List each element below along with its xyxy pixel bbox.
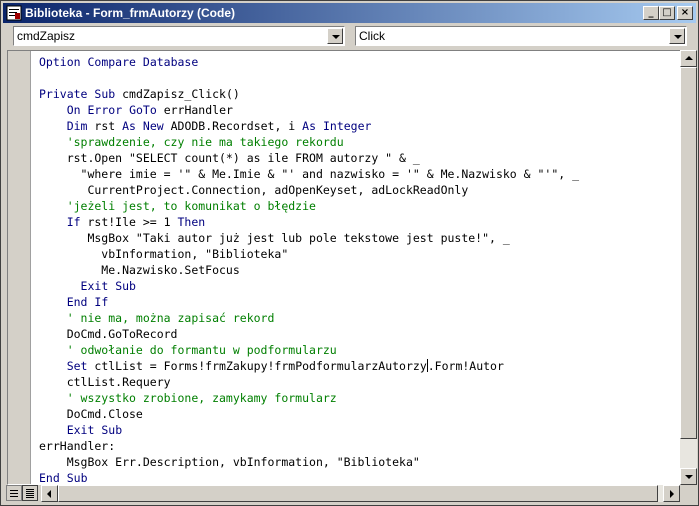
code-line[interactable]: vbInformation, "Biblioteka" bbox=[39, 246, 579, 262]
close-icon: × bbox=[680, 7, 690, 18]
code-line[interactable]: Option Compare Database bbox=[39, 54, 579, 70]
maximize-button[interactable]: □ bbox=[659, 6, 675, 20]
code-window: Biblioteka - Form_frmAutorzy (Code) _ □ … bbox=[0, 0, 699, 506]
code-line[interactable]: Set ctlList = Forms!frmZakupy!frmPodform… bbox=[39, 358, 579, 374]
horizontal-scrollbar[interactable] bbox=[41, 485, 680, 502]
procedure-combo-value: Click bbox=[359, 29, 385, 43]
arrow-down-icon bbox=[685, 475, 693, 479]
code-line[interactable]: MsgBox Err.Description, vbInformation, "… bbox=[39, 454, 579, 470]
code-line[interactable] bbox=[39, 70, 579, 86]
bottom-bar bbox=[3, 485, 680, 502]
code-line[interactable]: MsgBox "Taki autor już jest lub pole tek… bbox=[39, 230, 579, 246]
code-line[interactable]: 'sprawdzenie, czy nie ma takiego rekordu bbox=[39, 134, 579, 150]
full-module-view-button[interactable] bbox=[22, 485, 38, 501]
chevron-down-icon bbox=[674, 35, 682, 39]
code-editor[interactable]: Option Compare Database Private Sub cmdZa… bbox=[7, 50, 681, 485]
scroll-up-button[interactable] bbox=[680, 50, 697, 67]
code-line[interactable]: "where imie = '" & Me.Imie & "' and nazw… bbox=[39, 166, 580, 182]
code-line[interactable]: Dim rst As New ADODB.Recordset, i As Int… bbox=[39, 118, 579, 134]
arrow-up-icon bbox=[685, 56, 693, 60]
text-cursor bbox=[426, 359, 428, 372]
code-line[interactable]: Me.Nazwisko.SetFocus bbox=[39, 262, 579, 278]
code-line[interactable]: DoCmd.Close bbox=[39, 406, 579, 422]
code-line[interactable]: Exit Sub bbox=[39, 422, 579, 438]
code-line[interactable]: Exit Sub bbox=[39, 278, 579, 294]
chevron-down-icon bbox=[332, 35, 340, 39]
minimize-button[interactable]: _ bbox=[643, 6, 659, 20]
code-line[interactable]: 'jeżeli jest, to komunikat o błędzie bbox=[39, 198, 579, 214]
code-line[interactable]: CurrentProject.Connection, adOpenKeyset,… bbox=[39, 182, 579, 198]
horizontal-scroll-thumb[interactable] bbox=[58, 485, 658, 502]
vertical-scroll-thumb[interactable] bbox=[680, 67, 697, 439]
object-combo-value: cmdZapisz bbox=[17, 29, 76, 43]
access-code-icon bbox=[6, 5, 22, 21]
margin-indicator-bar[interactable] bbox=[8, 51, 31, 484]
close-button[interactable]: × bbox=[677, 6, 693, 20]
procedure-view-button[interactable] bbox=[6, 485, 22, 501]
object-combo-dropdown-button[interactable] bbox=[327, 28, 343, 44]
code-line[interactable]: rst.Open "SELECT count(*) as ile FROM au… bbox=[39, 150, 579, 166]
code-line[interactable]: ' odwołanie do formantu w podformularzu bbox=[39, 342, 579, 358]
scroll-down-button[interactable] bbox=[680, 468, 697, 485]
code-line[interactable]: errHandler: bbox=[39, 438, 579, 454]
code-line[interactable]: Private Sub cmdZapisz_Click() bbox=[39, 86, 579, 102]
code-line[interactable]: End If bbox=[39, 294, 579, 310]
procedure-combo[interactable]: Click bbox=[355, 26, 687, 46]
object-combo[interactable]: cmdZapisz bbox=[13, 26, 345, 46]
code-line[interactable]: ' wszystko zrobione, zamykamy formularz bbox=[39, 390, 579, 406]
code-line[interactable]: ' nie ma, można zapisać rekord bbox=[39, 310, 579, 326]
title-bar[interactable]: Biblioteka - Form_frmAutorzy (Code) _ □ … bbox=[3, 3, 696, 23]
code-line[interactable]: DoCmd.GoToRecord bbox=[39, 326, 579, 342]
window-title: Biblioteka - Form_frmAutorzy (Code) bbox=[25, 6, 236, 20]
scroll-right-button[interactable] bbox=[663, 485, 680, 502]
scrollbar-corner bbox=[680, 485, 697, 502]
code-line[interactable]: If rst!Ile >= 1 Then bbox=[39, 214, 579, 230]
arrow-left-icon bbox=[47, 490, 51, 498]
vertical-scrollbar[interactable] bbox=[680, 50, 697, 485]
code-line[interactable]: On Error GoTo errHandler bbox=[39, 102, 579, 118]
procedure-combo-dropdown-button[interactable] bbox=[669, 28, 685, 44]
code-line[interactable]: ctlList.Requery bbox=[39, 374, 579, 390]
scroll-left-button[interactable] bbox=[41, 485, 58, 502]
code-line[interactable]: End Sub bbox=[39, 470, 579, 484]
arrow-right-icon bbox=[670, 490, 674, 498]
maximize-icon: □ bbox=[662, 7, 672, 18]
minimize-icon: _ bbox=[648, 7, 654, 18]
code-text[interactable]: Option Compare Database Private Sub cmdZa… bbox=[39, 54, 580, 484]
